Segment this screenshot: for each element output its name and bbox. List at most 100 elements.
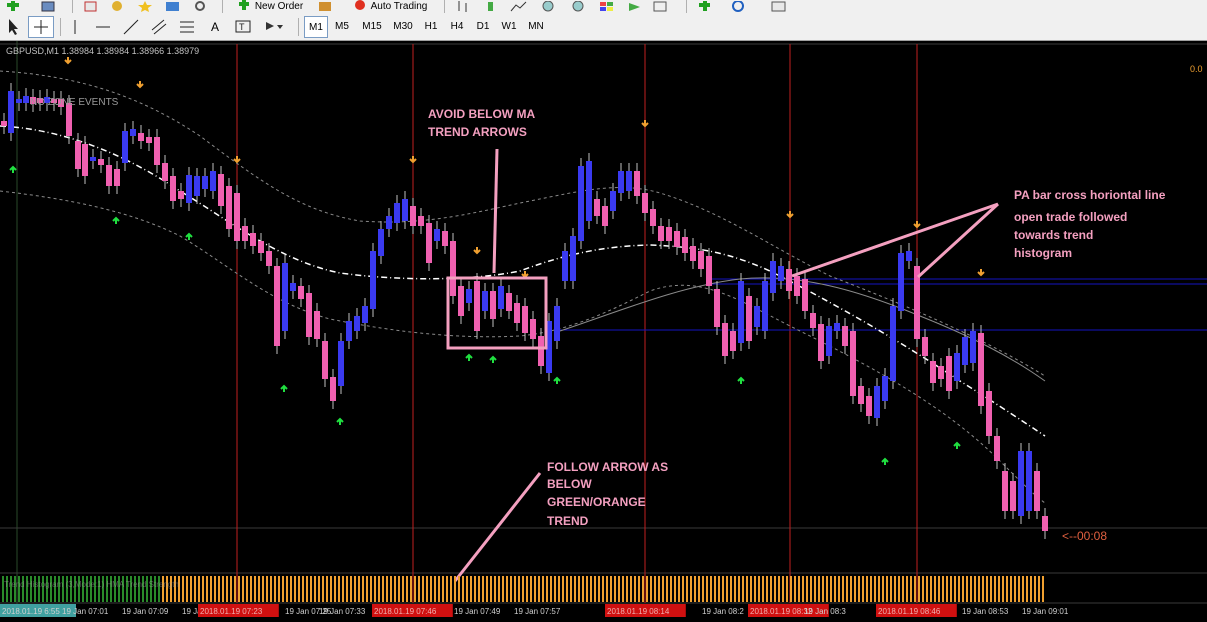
fibonacci-icon[interactable] (178, 18, 196, 33)
histogram-bar (486, 576, 488, 602)
candle-body (938, 366, 944, 379)
timeframe-h1-button[interactable]: H1 (418, 16, 444, 38)
histogram-bar (406, 576, 408, 602)
navigator-icon[interactable] (108, 0, 126, 12)
candle-body (82, 144, 88, 176)
candle-body (866, 396, 872, 416)
autoscroll-icon[interactable] (626, 0, 644, 12)
chart-window[interactable]: GBPUSD,M1 1.38984 1.38984 1.38966 1.3897… (0, 41, 1207, 604)
strategy-tester-icon[interactable] (192, 0, 210, 12)
zoom-in-icon[interactable] (540, 0, 558, 12)
candle-body (930, 361, 936, 383)
chart-shift-icon[interactable] (652, 0, 670, 12)
histogram-bar (346, 576, 348, 602)
histogram-bar (614, 576, 616, 602)
candle-body (394, 203, 400, 223)
auto-trading-button[interactable]: Auto Trading (344, 0, 436, 12)
histogram-bar (214, 576, 216, 602)
candle-body (338, 341, 344, 386)
time-label: 2018.01.19 6:55 (2, 607, 60, 616)
histogram-bar (342, 576, 344, 602)
arrows-icon[interactable] (262, 18, 283, 30)
histogram-bar (890, 576, 892, 602)
histogram-bar (750, 576, 752, 602)
histogram-bar (410, 576, 412, 602)
bar-chart-icon[interactable] (454, 0, 472, 12)
timeframe-w1-button[interactable]: W1 (496, 16, 522, 38)
histogram-bar (826, 576, 828, 602)
new-chart-icon[interactable] (4, 0, 22, 12)
equidistant-channel-icon[interactable] (150, 18, 168, 35)
histogram-bar (466, 576, 468, 602)
crosshair-icon[interactable] (28, 16, 54, 38)
timeframe-h4-button[interactable]: H4 (444, 16, 470, 38)
indicators-icon[interactable] (696, 0, 714, 12)
auto-trading-label: Auto Trading (370, 0, 428, 12)
histogram-bar (866, 576, 868, 602)
metaeditor-icon[interactable] (316, 0, 334, 12)
annotation-avoid-line-1: AVOID BELOW MA (428, 107, 535, 121)
timeframe-m30-button[interactable]: M30 (388, 16, 418, 38)
candle-body (16, 99, 22, 103)
candle-body (170, 176, 176, 201)
candle-body (842, 326, 848, 346)
candle-body (522, 306, 528, 333)
templates-icon[interactable] (770, 0, 788, 12)
down-arrow-icon (64, 57, 72, 65)
profiles-icon[interactable] (40, 0, 58, 12)
text-tool-button[interactable]: A (206, 18, 224, 36)
text-label-icon[interactable]: T (234, 18, 252, 33)
price-chart[interactable]: GBPUSD,M1 1.38984 1.38984 1.38966 1.3897… (0, 41, 1207, 604)
horizontal-line-icon[interactable] (94, 18, 112, 30)
timeframe-mn-button[interactable]: MN (522, 16, 550, 38)
histogram-bar (682, 576, 684, 602)
tile-windows-icon[interactable] (598, 0, 616, 12)
timeframe-d1-button[interactable]: D1 (470, 16, 496, 38)
candle-body (458, 286, 464, 316)
periods-icon[interactable] (730, 0, 748, 12)
histogram-bar (570, 576, 572, 602)
histogram-bar (926, 576, 928, 602)
timeframe-m5-button[interactable]: M5 (328, 16, 356, 38)
candle-body (626, 171, 632, 191)
new-order-button[interactable]: New Order (230, 0, 310, 12)
candle-body (346, 321, 352, 341)
trendline-icon[interactable] (122, 18, 140, 35)
candlestick-icon[interactable] (482, 0, 500, 12)
timeframe-m15-button[interactable]: M15 (356, 16, 388, 38)
candle-body (1010, 481, 1016, 511)
timeframe-m1-button[interactable]: M1 (304, 16, 328, 38)
histogram-bar (818, 576, 820, 602)
line-chart-icon[interactable] (510, 0, 528, 12)
candle-body (194, 176, 200, 196)
time-label: 19 Jan 07:57 (514, 607, 561, 616)
annotation-pa-line-1: PA bar cross horiontal line (1014, 188, 1166, 202)
zoom-out-icon[interactable] (570, 0, 588, 12)
candle-body (594, 199, 600, 216)
favorites-icon[interactable] (136, 0, 154, 12)
histogram-bar (562, 576, 564, 602)
time-label: 2018.01.19 07:46 (374, 607, 437, 616)
histogram-bar (474, 576, 476, 602)
histogram-bar (242, 576, 244, 602)
cursor-icon[interactable] (4, 18, 22, 35)
down-arrow-icon (233, 156, 241, 164)
histogram-bar (1006, 576, 1008, 602)
histogram-bar (314, 576, 316, 602)
terminal-icon[interactable] (164, 0, 182, 12)
annotation-avoid-line-2: TREND ARROWS (428, 125, 527, 139)
market-watch-icon[interactable] (82, 0, 100, 12)
candle-body (570, 236, 576, 281)
candle-body (674, 231, 680, 247)
histogram-bar (438, 576, 440, 602)
candle-body (946, 356, 952, 391)
auto-trading-icon (354, 0, 365, 10)
histogram-bar (622, 576, 624, 602)
candle-body (218, 174, 224, 206)
histogram-bar (778, 576, 780, 602)
histogram-bar (354, 576, 356, 602)
candle-body (482, 291, 488, 311)
histogram-bar (230, 576, 232, 602)
vertical-line-icon[interactable] (66, 18, 84, 34)
candle-body (554, 306, 560, 341)
